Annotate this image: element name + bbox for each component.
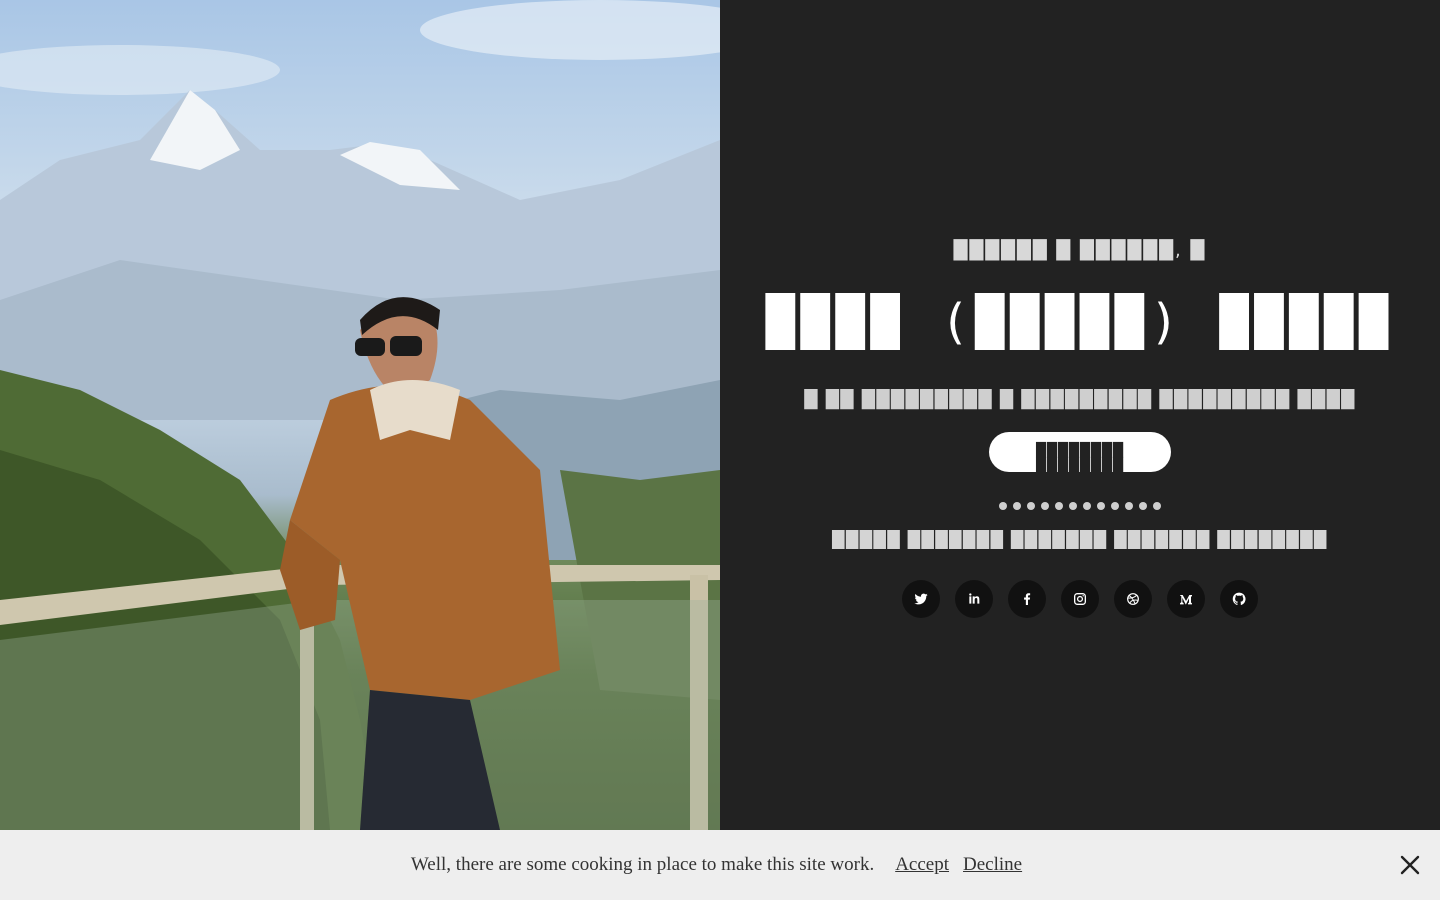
separator-dot — [1013, 502, 1021, 510]
decline-cookies-link[interactable]: Decline — [963, 854, 1022, 876]
github-icon — [1232, 592, 1246, 606]
medium-link[interactable] — [1167, 580, 1205, 618]
page-title: ████ (█████) █████ — [765, 294, 1395, 350]
dot-separator — [720, 500, 1440, 512]
page: ██████ █ ██████, █ ████ (█████) █████ █ … — [0, 0, 1440, 900]
separator-dot — [1097, 502, 1105, 510]
linkedin-icon — [969, 593, 980, 604]
dribbble-icon — [1127, 593, 1139, 605]
separator-dot — [1153, 502, 1161, 510]
intro-content: ██████ █ ██████, █ ████ (█████) █████ █ … — [720, 240, 1440, 618]
close-icon[interactable] — [1398, 853, 1422, 877]
facebook-link[interactable] — [1008, 580, 1046, 618]
medium-icon — [1180, 595, 1192, 605]
cookie-banner: Well, there are some cooking in place to… — [0, 830, 1440, 900]
mountain-scene-image — [0, 0, 720, 830]
cta-button[interactable]: ████████ ████████ — [989, 432, 1171, 473]
instagram-icon — [1074, 593, 1086, 605]
separator-dot — [1111, 502, 1119, 510]
dribbble-link[interactable] — [1114, 580, 1152, 618]
separator-dot — [1041, 502, 1049, 510]
instagram-link[interactable] — [1061, 580, 1099, 618]
tagline-text: █ ██ █████████ █ █████████ █████████ ███… — [804, 390, 1356, 410]
greeting-text: ██████ █ ██████, █ — [953, 240, 1207, 261]
cookie-message: Well, there are some cooking in place to… — [410, 854, 875, 875]
github-link[interactable] — [1220, 580, 1258, 618]
separator-dot — [1027, 502, 1035, 510]
social-links — [720, 580, 1440, 618]
twitter-link[interactable] — [902, 580, 940, 618]
separator-dot — [1125, 502, 1133, 510]
twitter-icon — [914, 593, 928, 605]
separator-dot — [1083, 502, 1091, 510]
accept-cookies-link[interactable]: Accept — [895, 854, 949, 876]
separator-dot — [999, 502, 1007, 510]
intro-panel: ██████ █ ██████, █ ████ (█████) █████ █ … — [720, 0, 1440, 900]
separator-dot — [1139, 502, 1147, 510]
linkedin-link[interactable] — [955, 580, 993, 618]
separator-dot — [1055, 502, 1063, 510]
skills-text: █████ ███████ ███████ ███████ ████████ — [832, 530, 1328, 549]
separator-dot — [1069, 502, 1077, 510]
profile-photo — [0, 0, 720, 900]
facebook-icon — [1024, 593, 1031, 605]
